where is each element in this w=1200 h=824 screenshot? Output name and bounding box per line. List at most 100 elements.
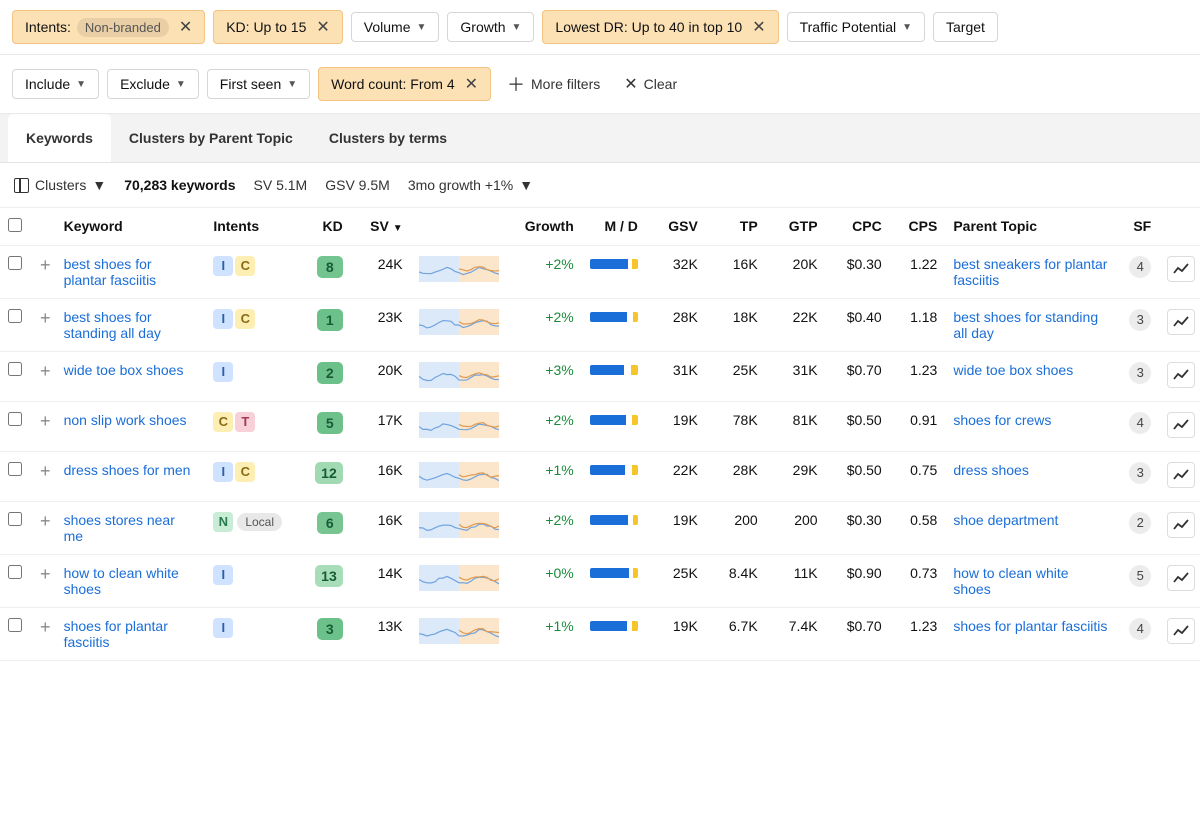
col-growth[interactable]: Growth — [513, 208, 581, 246]
trend-icon — [1173, 369, 1189, 381]
filter-chip[interactable]: Traffic Potential▼ — [787, 12, 925, 42]
filter-chip[interactable]: Growth▼ — [447, 12, 534, 42]
clear-filters-button[interactable]: ✕Clear — [616, 68, 685, 100]
tab[interactable]: Clusters by terms — [311, 114, 465, 162]
col-keyword[interactable]: Keyword — [56, 208, 206, 246]
filter-label: Target — [946, 19, 985, 35]
close-icon[interactable]: ✕ — [752, 17, 765, 37]
col-cps[interactable]: CPS — [890, 208, 946, 246]
col-sv[interactable]: SV ▼ — [351, 208, 411, 246]
trend-button[interactable] — [1167, 565, 1195, 591]
expand-row-button[interactable]: + — [38, 411, 53, 431]
filter-chip[interactable]: Include▼ — [12, 69, 99, 99]
select-all-checkbox[interactable] — [8, 218, 22, 232]
col-kd[interactable]: KD — [302, 208, 351, 246]
panel-icon — [14, 178, 29, 193]
trend-button[interactable] — [1167, 309, 1195, 335]
trend-button[interactable] — [1167, 412, 1195, 438]
parent-topic-link[interactable]: shoe department — [953, 512, 1058, 528]
col-gtp[interactable]: GTP — [766, 208, 826, 246]
parent-topic-link[interactable]: shoes for plantar fasciitis — [953, 618, 1107, 634]
row-checkbox[interactable] — [8, 512, 22, 526]
trend-button[interactable] — [1167, 512, 1195, 538]
row-checkbox[interactable] — [8, 256, 22, 270]
filter-chip[interactable]: Lowest DR: Up to 40 in top 10✕ — [542, 10, 778, 44]
sparkline — [419, 618, 499, 644]
row-checkbox[interactable] — [8, 362, 22, 376]
col-intents[interactable]: Intents — [205, 208, 301, 246]
trend-button[interactable] — [1167, 462, 1195, 488]
col-md[interactable]: M / D — [582, 208, 646, 246]
trend-button[interactable] — [1167, 362, 1195, 388]
col-cpc[interactable]: CPC — [826, 208, 890, 246]
cpc-cell: $0.40 — [826, 299, 890, 352]
expand-row-button[interactable]: + — [38, 308, 53, 328]
md-bar — [590, 515, 638, 525]
keyword-link[interactable]: shoes stores near me — [64, 512, 175, 544]
chevron-down-icon: ▼ — [416, 22, 426, 33]
expand-row-button[interactable]: + — [38, 255, 53, 275]
col-sf[interactable]: SF — [1116, 208, 1159, 246]
md-bar — [590, 621, 638, 631]
gsv-cell: 31K — [646, 352, 706, 402]
md-bar — [590, 568, 638, 578]
gtp-cell: 11K — [766, 555, 826, 608]
tab[interactable]: Keywords — [8, 114, 111, 162]
keyword-link[interactable]: dress shoes for men — [64, 462, 191, 478]
row-checkbox[interactable] — [8, 412, 22, 426]
keyword-link[interactable]: non slip work shoes — [64, 412, 187, 428]
more-filters-button[interactable]: ＋More filters — [499, 65, 608, 103]
parent-topic-link[interactable]: shoes for crews — [953, 412, 1051, 428]
filter-chip[interactable]: First seen▼ — [207, 69, 310, 99]
keyword-link[interactable]: best shoes for standing all day — [64, 309, 161, 341]
parent-topic-link[interactable]: best sneakers for plantar fasciitis — [953, 256, 1107, 288]
expand-row-button[interactable]: + — [38, 564, 53, 584]
row-checkbox[interactable] — [8, 462, 22, 476]
close-icon[interactable]: ✕ — [179, 17, 192, 37]
keyword-link[interactable]: shoes for plantar fasciitis — [64, 618, 168, 650]
tp-cell: 6.7K — [706, 608, 766, 661]
col-parent[interactable]: Parent Topic — [945, 208, 1116, 246]
col-tp[interactable]: TP — [706, 208, 766, 246]
sf-pill: 4 — [1129, 412, 1151, 434]
chevron-down-icon: ▼ — [176, 79, 186, 90]
parent-topic-link[interactable]: best shoes for standing all day — [953, 309, 1098, 341]
keyword-link[interactable]: how to clean white shoes — [64, 565, 179, 597]
intents-cell: IC — [205, 452, 301, 502]
md-bar — [590, 365, 638, 375]
sv-cell: 16K — [351, 502, 411, 555]
trend-button[interactable] — [1167, 256, 1195, 282]
expand-row-button[interactable]: + — [38, 361, 53, 381]
filter-chip[interactable]: Volume▼ — [351, 12, 440, 42]
trend-button[interactable] — [1167, 618, 1195, 644]
growth-cell: +2% — [513, 246, 581, 299]
parent-topic-link[interactable]: how to clean white shoes — [953, 565, 1068, 597]
filter-label: KD: Up to 15 — [226, 19, 306, 35]
tab[interactable]: Clusters by Parent Topic — [111, 114, 311, 162]
close-icon[interactable]: ✕ — [316, 17, 329, 37]
filter-chip[interactable]: KD: Up to 15 ✕ — [213, 10, 343, 44]
expand-row-button[interactable]: + — [38, 461, 53, 481]
parent-topic-link[interactable]: dress shoes — [953, 462, 1028, 478]
md-bar — [590, 465, 638, 475]
summary-growth-dropdown[interactable]: 3mo growth +1% ▼ — [408, 177, 533, 193]
col-gsv[interactable]: GSV — [646, 208, 706, 246]
intent-badge-I: I — [213, 362, 233, 382]
table-row: + dress shoes for men IC 12 16K +1% 22K … — [0, 452, 1200, 502]
parent-topic-link[interactable]: wide toe box shoes — [953, 362, 1073, 378]
intents-cell: IC — [205, 246, 301, 299]
row-checkbox[interactable] — [8, 618, 22, 632]
keyword-link[interactable]: wide toe box shoes — [64, 362, 184, 378]
row-checkbox[interactable] — [8, 565, 22, 579]
keyword-link[interactable]: best shoes for plantar fasciitis — [64, 256, 157, 288]
filter-chip[interactable]: Target — [933, 12, 998, 42]
filter-chip[interactable]: Exclude▼ — [107, 69, 199, 99]
filter-chip[interactable]: Word count: From 4✕ — [318, 67, 491, 101]
filter-chip[interactable]: Intents:Non-branded✕ — [12, 10, 205, 44]
clusters-dropdown[interactable]: Clusters ▼ — [14, 177, 106, 193]
expand-row-button[interactable]: + — [38, 511, 53, 531]
intent-badge-N: N — [213, 512, 233, 532]
close-icon[interactable]: ✕ — [465, 74, 478, 94]
row-checkbox[interactable] — [8, 309, 22, 323]
expand-row-button[interactable]: + — [38, 617, 53, 637]
